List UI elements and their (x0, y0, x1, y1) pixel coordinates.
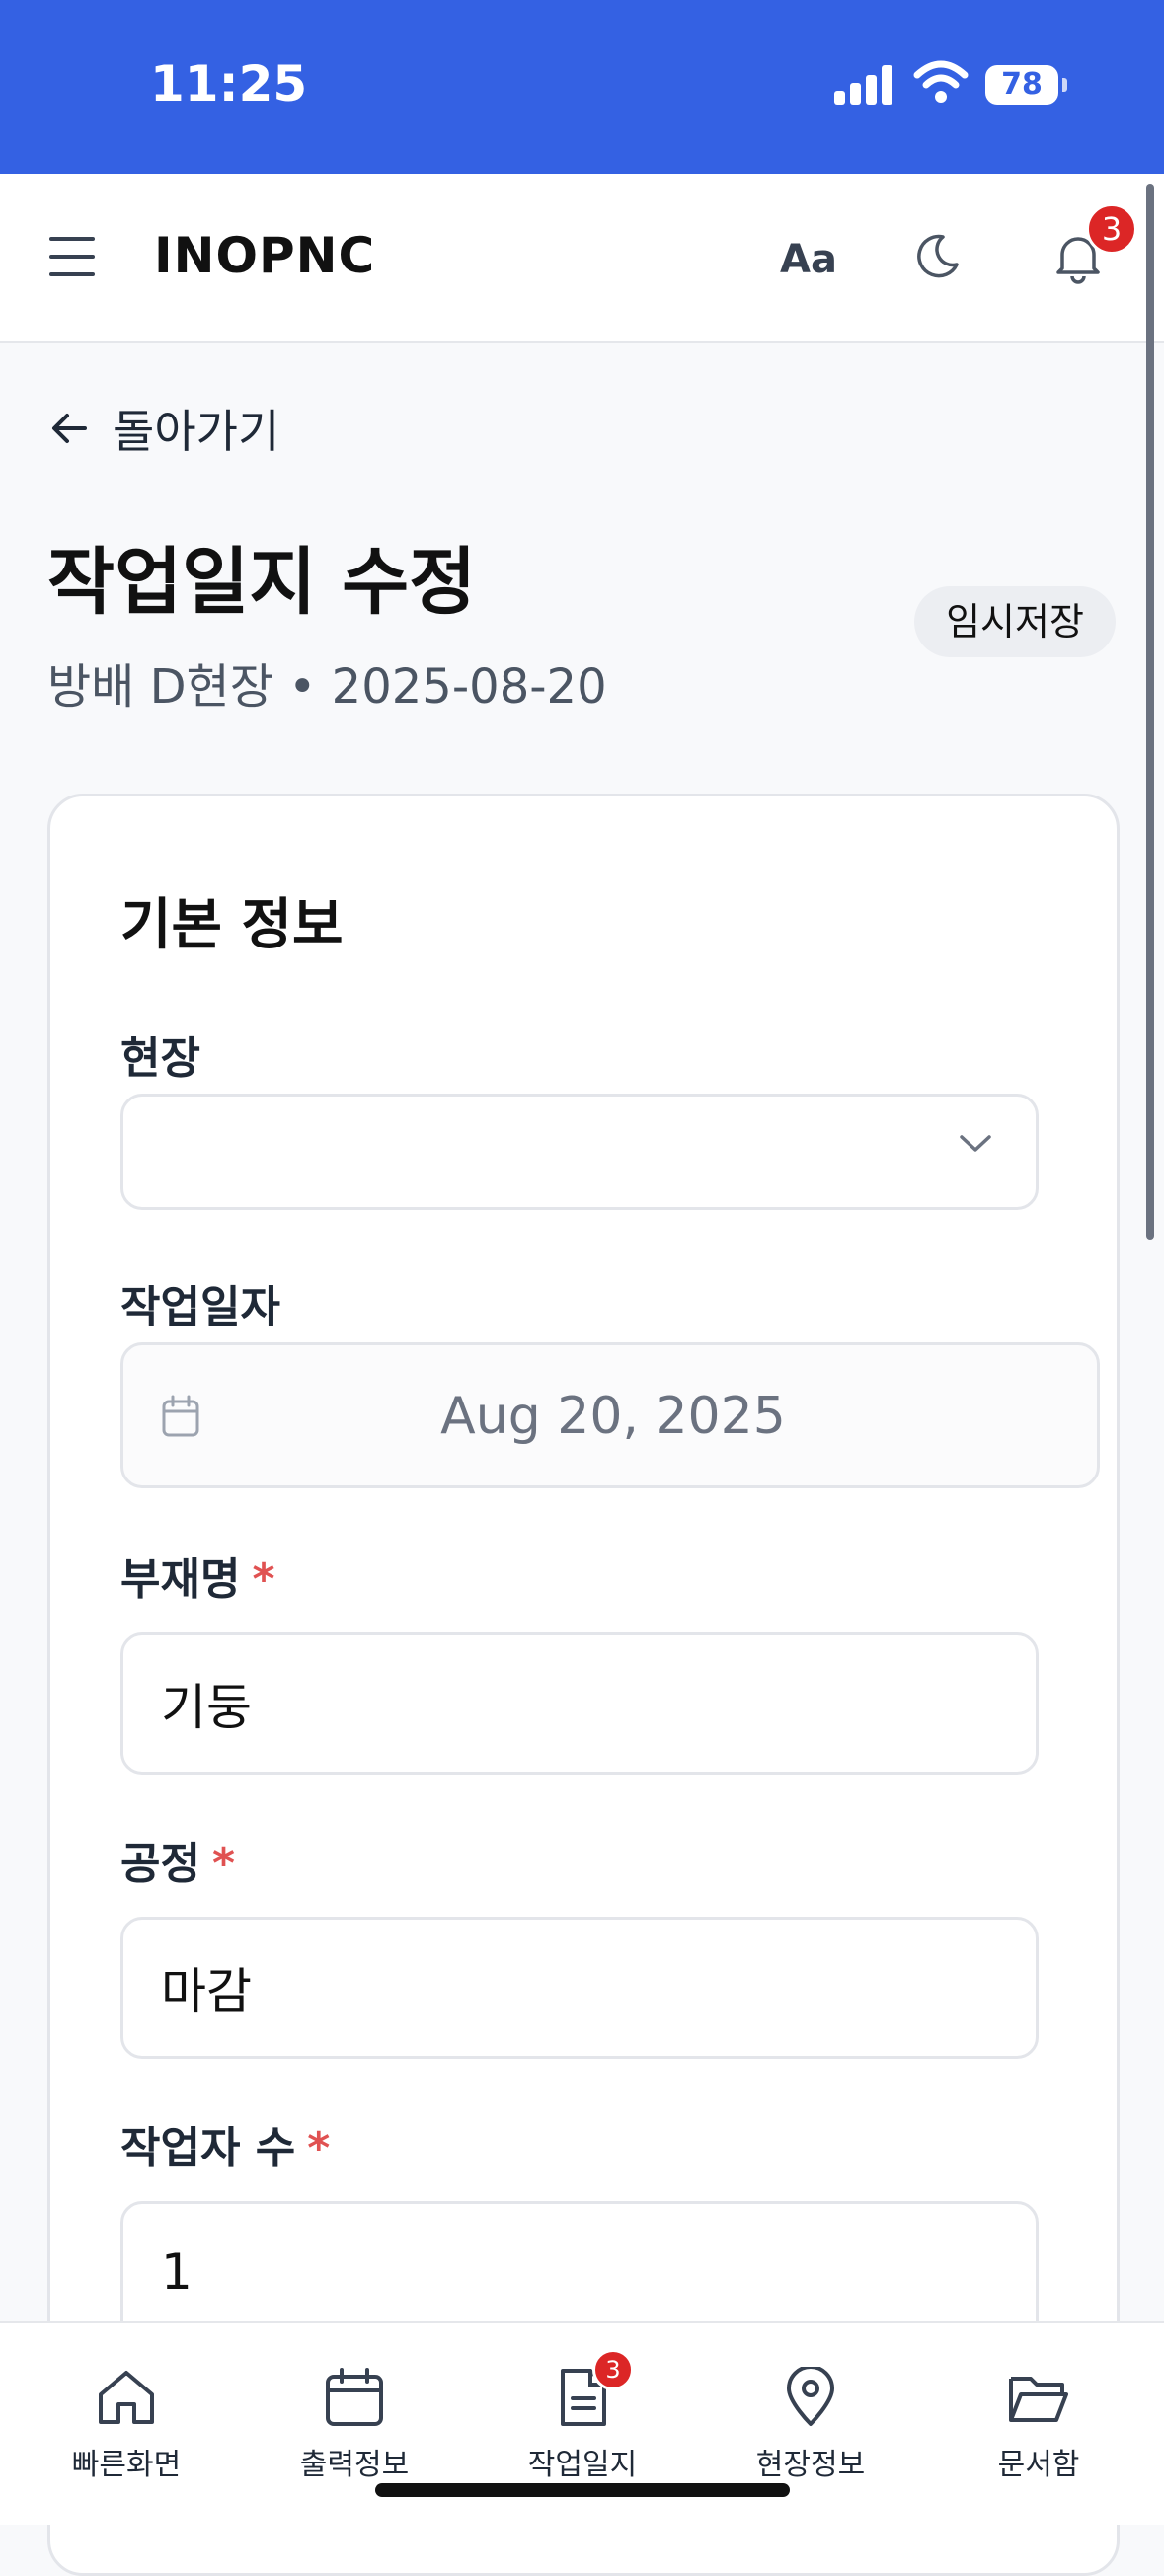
page-title: 작업일지 수정 (47, 540, 477, 625)
home-icon (99, 2371, 154, 2424)
cellular-signal-icon (834, 65, 893, 105)
map-pin-icon (787, 2367, 834, 2426)
member-name-input[interactable]: 기둥 (120, 1632, 1039, 1775)
battery-indicator: 78 (985, 65, 1067, 105)
process-label: 공정 * (120, 1828, 235, 1891)
required-mark: * (252, 1554, 275, 1605)
nav-label: 문서함 (997, 2448, 1080, 2482)
work-date-value: Aug 20, 2025 (440, 1387, 786, 1446)
nav-label: 출력정보 (299, 2448, 410, 2482)
nav-label: 빠른화면 (71, 2448, 182, 2482)
nav-badge: 3 (592, 2349, 634, 2390)
status-time: 11:25 (150, 55, 308, 113)
nav-label: 현장정보 (755, 2448, 866, 2482)
app-header: INOPNC Aa 3 (0, 174, 1164, 343)
scrollbar[interactable] (1146, 184, 1154, 1240)
site-label: 현장 (120, 1033, 200, 1084)
chevron-down-icon (960, 1135, 991, 1152)
wifi-icon (913, 60, 969, 103)
work-date-label: 작업일자 (120, 1282, 280, 1332)
folder-icon (1009, 2377, 1068, 2422)
hamburger-menu-icon[interactable] (49, 237, 95, 276)
process-input[interactable]: 마감 (120, 1917, 1039, 2059)
back-label: 돌아가기 (113, 405, 280, 458)
notification-badge: 3 (1086, 203, 1137, 255)
required-mark: * (307, 2123, 331, 2173)
arrow-left-icon (52, 414, 87, 443)
nav-item-quick-view[interactable]: 빠른화면 (28, 2367, 225, 2483)
calendar-icon (326, 2368, 383, 2426)
required-mark: * (211, 1839, 235, 1889)
nav-item-output-info[interactable]: 출력정보 (256, 2367, 453, 2483)
worker-count-value: 1 (161, 2243, 193, 2301)
worker-count-label: 작업자 수 * (120, 2112, 330, 2175)
status-bar: 11:25 78 (0, 0, 1164, 174)
process-label-text: 공정 (120, 1839, 200, 1889)
back-link[interactable]: 돌아가기 (49, 399, 279, 458)
member-name-label: 부재명 * (120, 1544, 274, 1607)
page-subtitle: 방배 D현장 • 2025-08-20 (47, 659, 607, 715)
work-date-field[interactable]: Aug 20, 2025 (120, 1342, 1100, 1488)
member-name-value: 기둥 (161, 1679, 252, 1736)
nav-item-work-log[interactable]: 3 작업일지 (484, 2349, 681, 2483)
process-value: 마감 (161, 1963, 252, 2020)
font-size-button[interactable]: Aa (780, 237, 837, 282)
site-select[interactable] (120, 1094, 1039, 1210)
nav-label: 작업일지 (527, 2448, 638, 2482)
home-indicator[interactable] (375, 2483, 790, 2497)
worker-count-label-text: 작업자 수 (120, 2123, 296, 2173)
nav-item-site-info[interactable]: 현장정보 (712, 2367, 909, 2483)
section-title: 기본 정보 (120, 893, 344, 957)
member-name-label-text: 부재명 (120, 1554, 241, 1605)
dark-mode-moon-icon[interactable] (913, 231, 963, 280)
nav-item-documents[interactable]: 문서함 (940, 2367, 1137, 2483)
draft-status-badge: 임시저장 (914, 586, 1116, 657)
brand-logo: INOPNC (154, 227, 376, 284)
